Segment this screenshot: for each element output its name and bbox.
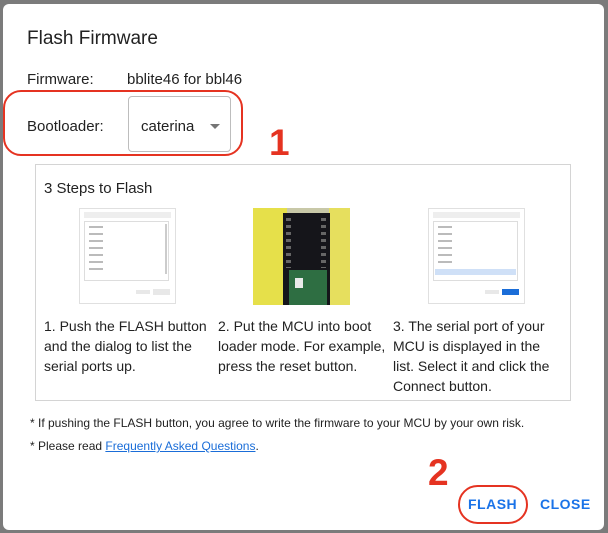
flash-firmware-dialog: Flash Firmware Firmware: bblite46 for bb… [3, 4, 604, 530]
step1-caption: 1. Push the FLASH button and the dialog … [44, 316, 207, 376]
step2-caption: 2. Put the MCU into boot loader mode. Fo… [218, 316, 385, 376]
step3-caption-line: Connect button. [393, 378, 492, 394]
step3-caption-line: MCU is displayed in the [393, 338, 541, 354]
close-button[interactable]: CLOSE [540, 496, 591, 512]
faq-note-suffix: . [255, 439, 259, 453]
step2-mcu-photo [253, 208, 350, 305]
flash-button[interactable]: FLASH [468, 496, 517, 512]
step1-screenshot-image [79, 208, 176, 304]
steps-panel: 3 Steps to Flash 1. Push the FLASH butto… [35, 164, 571, 401]
firmware-value: bblite46 for bbl46 [127, 71, 243, 88]
step1-caption-line: 1. Push the FLASH button [44, 318, 207, 334]
dialog-title: Flash Firmware [27, 28, 158, 49]
faq-note: * Please read Frequently Asked Questions… [30, 439, 259, 453]
step1-caption-line: and the dialog to list the [44, 338, 192, 354]
step3-screenshot-image [428, 208, 525, 304]
step3-caption-line: 3. The serial port of your [393, 318, 545, 334]
faq-note-prefix: * Please read [30, 439, 106, 453]
steps-title: 3 Steps to Flash [44, 180, 153, 197]
annotation-number-two: 2 [428, 452, 449, 493]
annotation-highlight-bootloader [3, 90, 243, 156]
firmware-label: Firmware: [27, 71, 94, 88]
annotation-number-one: 1 [269, 122, 290, 163]
risk-note: * If pushing the FLASH button, you agree… [30, 416, 525, 430]
step3-caption-line: list. Select it and click the [393, 358, 550, 374]
step2-caption-line: 2. Put the MCU into boot [218, 318, 372, 334]
step1-caption-line: serial ports up. [44, 358, 136, 374]
faq-link[interactable]: Frequently Asked Questions [105, 439, 255, 453]
step2-caption-line: press the reset button. [218, 358, 358, 374]
step2-caption-line: loader mode. For example, [218, 338, 386, 354]
step3-caption: 3. The serial port of your MCU is displa… [393, 316, 549, 396]
